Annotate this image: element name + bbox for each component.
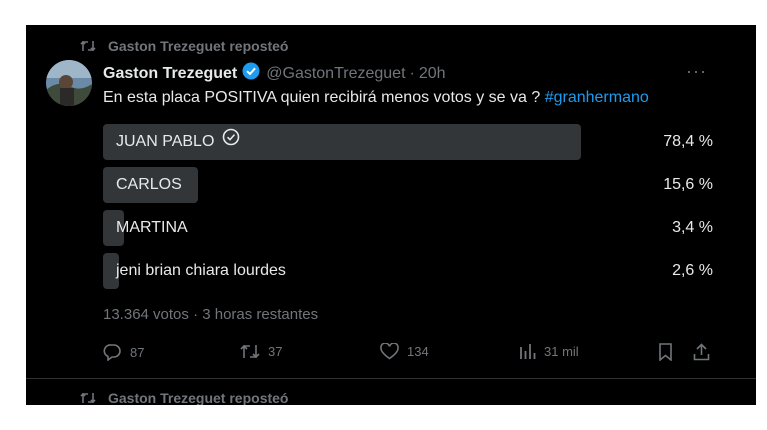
poll-option: JUAN PABLO 78,4 %	[103, 124, 713, 160]
reply-button[interactable]: 87	[103, 343, 144, 361]
like-count: 134	[407, 344, 429, 359]
poll-option-text: jeni brian chiara lourdes	[116, 262, 286, 279]
header-separator: ·	[409, 64, 415, 82]
author-name[interactable]: Gaston Trezeguet	[103, 65, 237, 83]
repost-action-icon	[240, 343, 260, 360]
poll-option-percent: 15,6 %	[663, 176, 713, 193]
bookmark-button[interactable]	[658, 343, 673, 361]
tweet-body: En esta placa POSITIVA quien recibirá me…	[103, 89, 545, 106]
share-button[interactable]	[693, 343, 710, 361]
check-circle-icon	[222, 124, 240, 160]
views-count: 31 mil	[544, 344, 579, 359]
like-button[interactable]: 134	[380, 343, 429, 360]
tweet-header: Gaston Trezeguet @GastonTrezeguet · 20h	[103, 62, 446, 85]
poll-option-text: MARTINA	[116, 219, 188, 236]
reply-icon	[103, 343, 122, 361]
hashtag-link[interactable]: #granhermano	[545, 89, 649, 106]
share-icon	[693, 343, 710, 361]
bookmark-icon	[658, 343, 673, 361]
poll-option-label: CARLOS	[116, 167, 182, 203]
poll-option-percent: 78,4 %	[663, 133, 713, 150]
verified-badge-icon	[242, 62, 260, 85]
poll-option-label: MARTINA	[116, 210, 188, 246]
tweet-feed: Gaston Trezeguet reposteó Gaston Trezegu…	[26, 25, 756, 405]
repost-label: Gaston Trezeguet reposteó	[108, 390, 289, 405]
poll-option-text: CARLOS	[116, 176, 182, 193]
analytics-icon	[519, 343, 536, 360]
repost-label: Gaston Trezeguet reposteó	[108, 38, 289, 54]
poll-option-label: jeni brian chiara lourdes	[116, 253, 286, 289]
poll-option-percent: 2,6 %	[672, 262, 713, 279]
poll-option: jeni brian chiara lourdes 2,6 %	[103, 253, 713, 289]
repost-indicator[interactable]: Gaston Trezeguet reposteó	[80, 38, 288, 54]
reply-count: 87	[130, 344, 145, 360]
tweet-text: En esta placa POSITIVA quien recibirá me…	[103, 89, 649, 107]
next-repost-indicator[interactable]: Gaston Trezeguet reposteó	[80, 390, 288, 405]
views-button[interactable]: 31 mil	[519, 343, 579, 360]
poll-option: MARTINA 3,4 %	[103, 210, 713, 246]
repost-button[interactable]: 37	[240, 343, 282, 360]
tweet-actions: 87 37 134 31 mil	[103, 343, 713, 363]
author-handle[interactable]: @GastonTrezeguet	[266, 65, 405, 83]
tweet-time[interactable]: 20h	[419, 65, 446, 83]
poll-meta: 13.364 votos · 3 horas restantes	[103, 306, 319, 323]
poll-option-label: JUAN PABLO	[116, 124, 240, 160]
avatar[interactable]	[46, 60, 92, 106]
poll-option-text: JUAN PABLO	[116, 133, 215, 150]
more-options-icon[interactable]: ···	[686, 61, 707, 82]
poll-option: CARLOS 15,6 %	[103, 167, 713, 203]
poll-option-percent: 3,4 %	[672, 219, 713, 236]
repost-icon	[80, 39, 96, 53]
repost-icon	[80, 391, 96, 405]
tweet-divider	[26, 378, 756, 379]
heart-icon	[380, 343, 399, 360]
repost-count: 37	[268, 344, 283, 359]
